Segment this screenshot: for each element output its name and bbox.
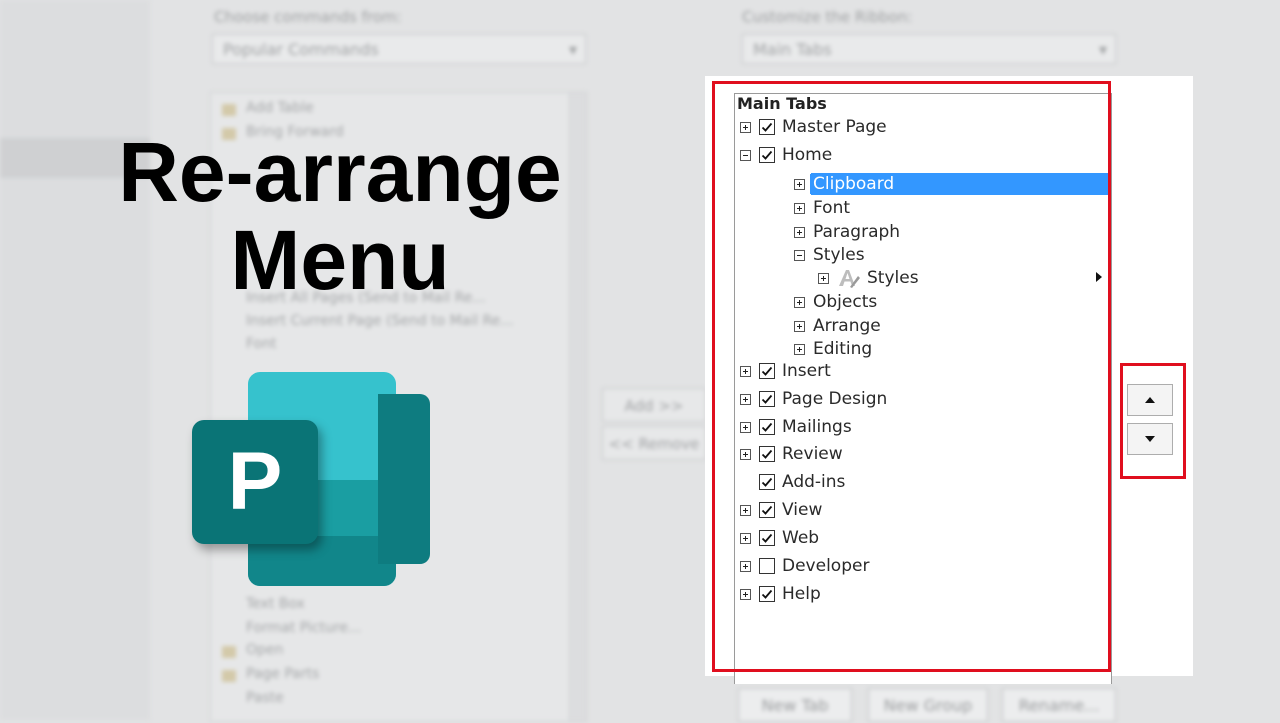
remove-button[interactable]: << Remove xyxy=(602,426,706,460)
command-item[interactable]: Open xyxy=(246,642,283,658)
move-buttons-highlight-frame xyxy=(1120,363,1186,479)
move-down-button[interactable] xyxy=(1127,423,1173,455)
move-down-icon xyxy=(1145,436,1155,442)
customize-ribbon-combo[interactable]: Main Tabs xyxy=(742,34,1116,65)
choose-commands-combo[interactable]: Popular Commands xyxy=(212,34,586,65)
headline-line-2: Menu xyxy=(230,213,450,307)
command-item[interactable]: Paste xyxy=(246,690,284,706)
logo-right-sheet xyxy=(378,394,430,564)
tree-highlight-frame xyxy=(712,81,1111,672)
command-icon xyxy=(222,646,236,658)
logo-letter: P xyxy=(227,436,283,527)
customize-ribbon-label: Customize the Ribbon: xyxy=(742,8,913,26)
options-nav xyxy=(0,0,150,720)
add-button[interactable]: Add >> xyxy=(602,388,706,422)
command-item[interactable]: Font xyxy=(246,336,276,352)
new-tab-button[interactable]: New Tab xyxy=(738,688,852,722)
headline: Re-arrange Menu xyxy=(30,128,650,304)
rename-button[interactable]: Rename... xyxy=(1002,688,1116,722)
publisher-logo-icon: P xyxy=(192,372,432,588)
command-item[interactable]: Format Picture... xyxy=(246,620,361,636)
command-icon xyxy=(222,670,236,682)
command-icon xyxy=(222,104,236,116)
new-group-button[interactable]: New Group xyxy=(868,688,988,722)
command-item[interactable]: Add Table xyxy=(246,100,314,116)
command-item[interactable]: Text Box xyxy=(246,596,305,612)
headline-line-1: Re-arrange xyxy=(118,125,562,219)
command-item[interactable]: Insert Current Page (Send to Mail Re... xyxy=(246,313,514,329)
choose-commands-label: Choose commands from: xyxy=(214,8,402,26)
move-up-button[interactable] xyxy=(1127,384,1173,416)
move-up-icon xyxy=(1145,397,1155,403)
command-item[interactable]: Page Parts xyxy=(246,666,319,682)
